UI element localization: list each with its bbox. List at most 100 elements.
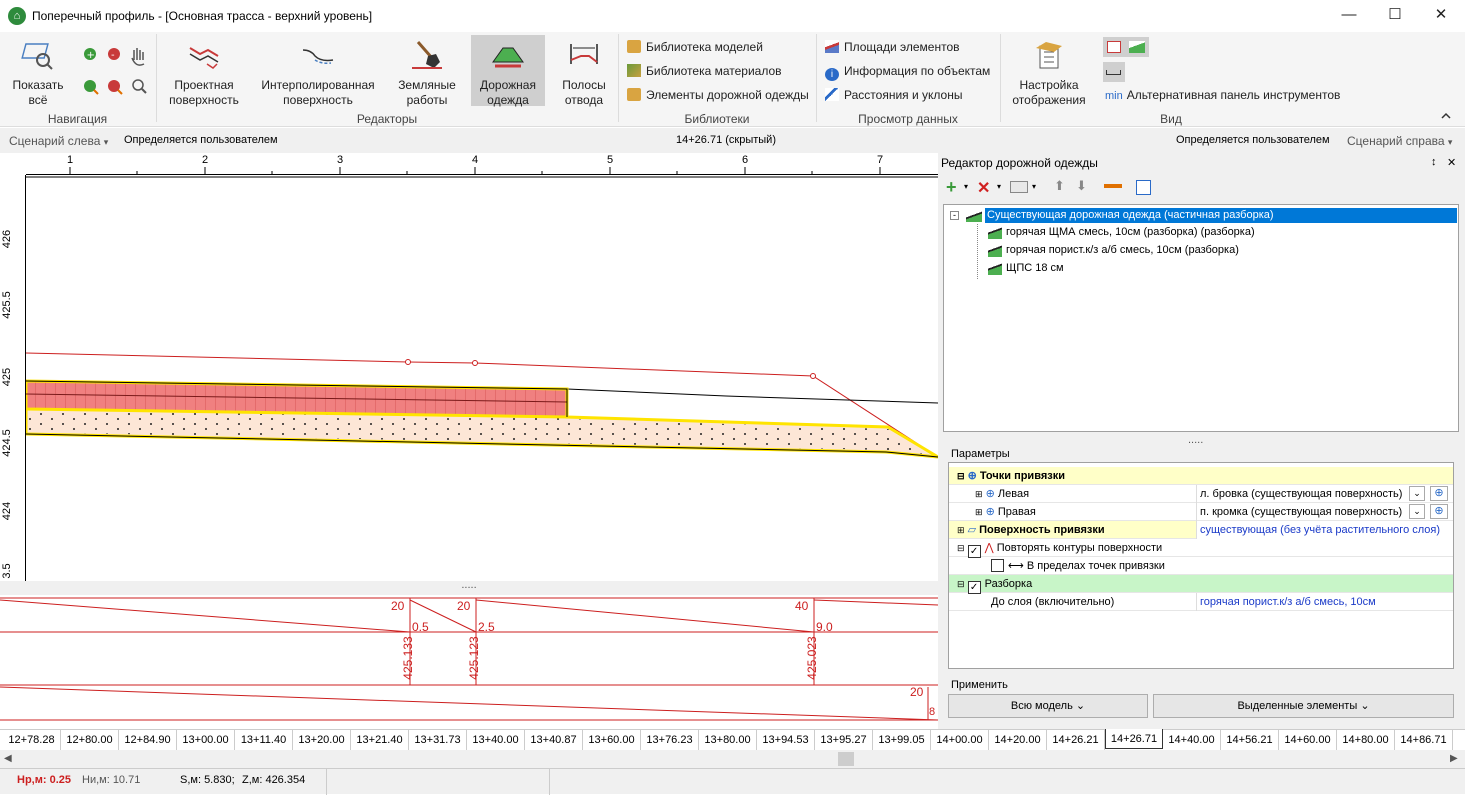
- station-tab[interactable]: 13+31.73: [409, 730, 467, 750]
- to-layer-row[interactable]: До слоя (включительно) горячая порист.к/…: [949, 593, 1453, 611]
- pick-point-icon[interactable]: ⊕: [1430, 504, 1448, 519]
- scroll-left-icon[interactable]: ◀: [4, 753, 12, 764]
- bottom-data-canvas[interactable]: 20 20 40 20 0.5 2.5 9.0 425.133 425.123 …: [0, 595, 939, 727]
- station-tab[interactable]: 14+26.21: [1047, 730, 1105, 750]
- measure-icon[interactable]: [1104, 184, 1122, 188]
- models-library-button[interactable]: Библиотека моделей: [627, 40, 763, 54]
- station-tab[interactable]: 13+00.00: [177, 730, 235, 750]
- repeat-contours-row[interactable]: ⊟ ✓ ⋀ Повторять контуры поверхности: [949, 539, 1453, 558]
- expand-icon[interactable]: ⊞: [957, 525, 965, 535]
- right-scenario-dropdown[interactable]: Сценарий справа ▾: [1347, 134, 1452, 148]
- station-tab[interactable]: 13+95.27: [815, 730, 873, 750]
- zoom-in-icon[interactable]: +: [84, 48, 96, 61]
- tree-layer-item[interactable]: горячая ЩМА смесь, 10см (разборка) (разб…: [1006, 226, 1255, 238]
- anchor-surface-value[interactable]: существующая (без учёта растительного сл…: [1196, 521, 1453, 539]
- zoom-window-icon[interactable]: [132, 79, 147, 94]
- maximize-button[interactable]: ☐: [1372, 0, 1418, 32]
- expand-icon[interactable]: ⊞: [975, 489, 983, 499]
- tree-root-item[interactable]: Существующая дорожная одежда (частичная …: [985, 208, 1457, 223]
- distances-slopes-button[interactable]: Расстояния и уклоны: [825, 88, 962, 102]
- anchor-surface-row[interactable]: ⊞ ▱ Поверхность привязки существующая (б…: [949, 521, 1453, 539]
- display-settings-button[interactable]: Настройка отображения: [1008, 40, 1090, 108]
- station-tab[interactable]: 14+56.21: [1221, 730, 1279, 750]
- left-scenario-dropdown[interactable]: Сценарий слева ▾: [9, 134, 108, 148]
- move-down-icon[interactable]: ⬇: [1076, 178, 1087, 194]
- scroll-right-icon[interactable]: ▶: [1450, 753, 1458, 764]
- interpolated-surface-button[interactable]: Интерполированная поверхность: [255, 40, 381, 108]
- apply-whole-model-button[interactable]: Всю модель ⌄: [948, 694, 1148, 718]
- station-tab[interactable]: 12+84.90: [119, 730, 177, 750]
- station-tab[interactable]: 14+26.71: [1105, 728, 1163, 749]
- collapse-icon[interactable]: ⊟: [957, 543, 965, 553]
- save-icon[interactable]: [1136, 180, 1151, 195]
- ruler-view-button[interactable]: [1103, 62, 1125, 82]
- station-tab[interactable]: 13+40.00: [467, 730, 525, 750]
- collapse-icon[interactable]: ⊟: [957, 579, 965, 589]
- station-tab[interactable]: 14+80.00: [1337, 730, 1395, 750]
- table-view-icon[interactable]: [1107, 41, 1121, 53]
- station-tab[interactable]: 14+40.00: [1163, 730, 1221, 750]
- chevron-down-icon[interactable]: ▾: [964, 182, 968, 191]
- left-anchor-value[interactable]: л. бровка (существующая поверхность): [1196, 485, 1408, 503]
- station-tab[interactable]: 13+20.00: [293, 730, 351, 750]
- station-tab[interactable]: 14+20.00: [989, 730, 1047, 750]
- object-info-button[interactable]: i Информация по объектам: [825, 64, 990, 81]
- zoom-in-fixed-icon[interactable]: [84, 80, 99, 95]
- cross-section-canvas[interactable]: [24, 176, 939, 581]
- expand-icon[interactable]: ⊞: [975, 507, 983, 517]
- right-anchor-row[interactable]: ⊞ ⊕ Правая п. кромка (существующая повер…: [949, 503, 1453, 521]
- panel-splitter[interactable]: .....: [1188, 434, 1203, 446]
- within-points-checkbox[interactable]: [991, 559, 1004, 572]
- station-tab[interactable]: 13+11.40: [235, 730, 293, 750]
- pan-hand-icon[interactable]: [131, 48, 145, 66]
- sma-asphalt-layer[interactable]: [24, 379, 569, 419]
- horizontal-splitter[interactable]: .....: [0, 580, 938, 595]
- pin-icon[interactable]: ↕: [1431, 156, 1437, 168]
- pavement-elements-button[interactable]: Элементы дорожной одежды: [627, 88, 809, 102]
- station-tab[interactable]: 13+99.05: [873, 730, 931, 750]
- collapse-icon[interactable]: -: [950, 211, 959, 220]
- pick-point-icon[interactable]: ⊕: [1430, 486, 1448, 501]
- station-tab[interactable]: 12+78.28: [3, 730, 61, 750]
- dismantle-row[interactable]: ⊟ ✓ Разборка: [949, 575, 1453, 594]
- earthworks-button[interactable]: Земляные работы: [390, 40, 464, 108]
- station-tab[interactable]: 14+86.71: [1395, 730, 1453, 750]
- within-points-row[interactable]: ⟷ В пределах точек привязки: [949, 557, 1453, 575]
- element-areas-button[interactable]: Площади элементов: [825, 40, 960, 54]
- station-tab[interactable]: 13+60.00: [583, 730, 641, 750]
- left-anchor-row[interactable]: ⊞ ⊕ Левая л. бровка (существующая поверх…: [949, 485, 1453, 503]
- zoom-out-fixed-icon[interactable]: [108, 80, 123, 95]
- layer-tree[interactable]: - Существующая дорожная одежда (частична…: [943, 204, 1459, 432]
- station-tab[interactable]: 13+80.00: [699, 730, 757, 750]
- horizontal-scrollbar[interactable]: ◀ ▶: [0, 750, 1465, 768]
- chevron-down-icon[interactable]: ▾: [997, 182, 1001, 191]
- show-all-button[interactable]: Показать всё: [6, 40, 70, 108]
- station-tab[interactable]: 13+94.53: [757, 730, 815, 750]
- delete-layer-icon[interactable]: ✕: [977, 178, 990, 198]
- pavement-button[interactable]: Дорожная одежда: [471, 35, 545, 107]
- pavement-view-icon[interactable]: [1129, 41, 1145, 53]
- collapse-icon[interactable]: ⊟: [957, 471, 965, 481]
- alt-toolbar-button[interactable]: min Альтернативная панель инструментов: [1105, 88, 1340, 102]
- view-toggle-buttons[interactable]: [1103, 37, 1149, 57]
- tree-layer-item[interactable]: ЩПС 18 см: [1006, 262, 1064, 274]
- edit-layer-icon[interactable]: [1010, 181, 1028, 193]
- station-tab[interactable]: 14+60.00: [1279, 730, 1337, 750]
- apply-selected-button[interactable]: Выделенные элементы ⌄: [1153, 694, 1454, 718]
- zoom-out-icon[interactable]: -: [108, 48, 120, 61]
- move-up-icon[interactable]: ⬆: [1054, 178, 1065, 194]
- station-tab[interactable]: 12+80.00: [61, 730, 119, 750]
- right-of-way-button[interactable]: Полосы отвода: [553, 40, 615, 108]
- panel-close-icon[interactable]: ✕: [1447, 156, 1456, 169]
- to-layer-value[interactable]: горячая порист.к/з а/б смесь, 10см: [1196, 593, 1453, 611]
- station-tab[interactable]: 13+40.87: [525, 730, 583, 750]
- anchor-points-row[interactable]: ⊟ ⊕ Точки привязки: [949, 467, 1453, 485]
- station-tab[interactable]: 14+00.00: [931, 730, 989, 750]
- tree-layer-item[interactable]: горячая порист.к/з а/б смесь, 10см (разб…: [1006, 244, 1239, 256]
- minimize-button[interactable]: —: [1326, 0, 1372, 32]
- station-tab[interactable]: 13+76.23: [641, 730, 699, 750]
- chevron-down-icon[interactable]: ⌄: [1409, 504, 1425, 519]
- materials-library-button[interactable]: Библиотека материалов: [627, 64, 782, 78]
- station-tab[interactable]: 13+21.40: [351, 730, 409, 750]
- right-anchor-value[interactable]: п. кромка (существующая поверхность): [1196, 503, 1408, 521]
